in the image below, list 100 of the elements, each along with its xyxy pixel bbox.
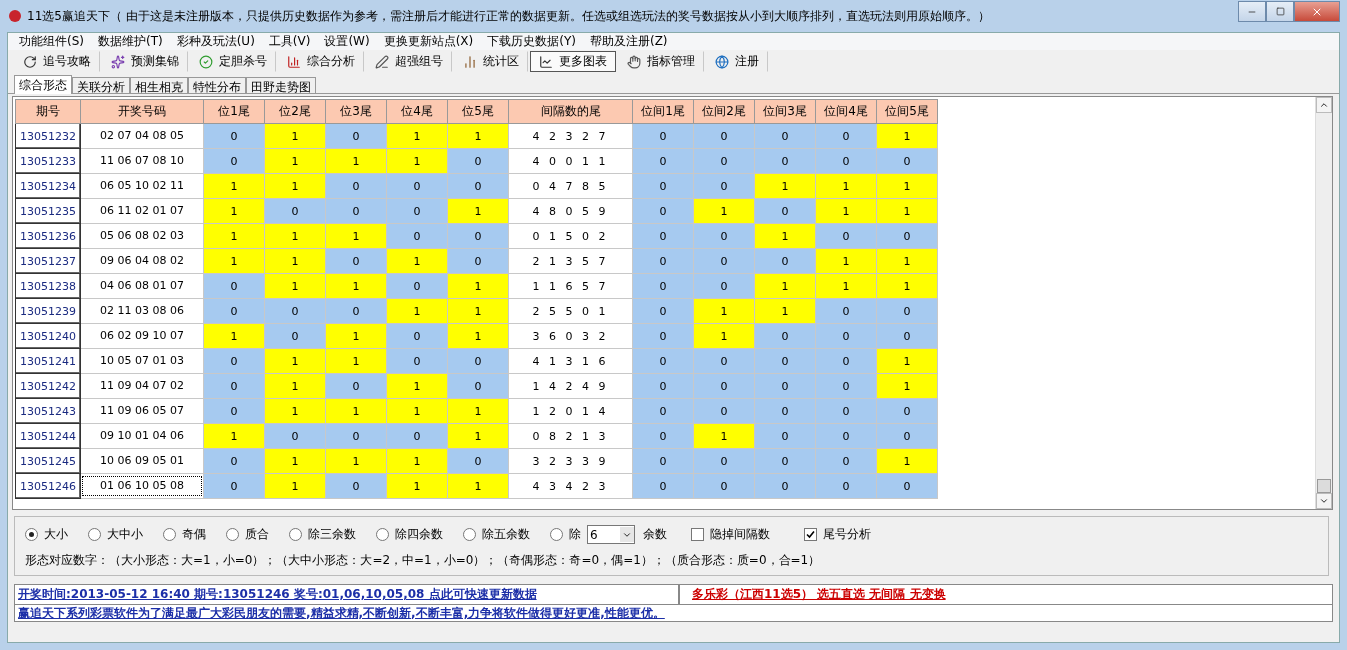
table-cell: 4 8 0 5 9 (508, 198, 633, 224)
window-title: 11选5赢追天下（ 由于这是未注册版本，只提供历史数据作为参考，需注册后才能进行正常的数据更新。任选或组选玩法的奖号数据按从小到大顺序排列，直选玩法则用原始顺序。） (27, 7, 991, 25)
table-cell: 0 8 2 1 3 (508, 423, 633, 449)
check-circle-icon (199, 54, 213, 69)
table-cell: 06 11 02 01 07 (80, 198, 204, 224)
table-cell: 0 4 7 8 5 (508, 173, 633, 199)
column-header: 位间3尾 (754, 99, 816, 124)
column-header: 间隔数的尾 (508, 99, 633, 124)
table-cell: 09 10 01 04 06 (80, 423, 204, 449)
close-button[interactable] (1294, 1, 1340, 22)
table-cell: 10 06 09 05 01 (80, 448, 204, 474)
period-cell[interactable]: 13051237 (15, 248, 81, 274)
table-cell: 11 09 04 07 02 (80, 373, 204, 399)
table-cell: 4 3 4 2 3 (508, 473, 633, 499)
table-cell: 4 0 0 1 1 (508, 148, 633, 174)
table-cell: 05 06 08 02 03 (80, 223, 204, 249)
radio-option[interactable]: 大中小 (88, 526, 143, 543)
column-header: 位5尾 (447, 99, 509, 124)
toolbar-button[interactable]: 统计区 (454, 51, 528, 72)
tab[interactable]: 综合形态 (14, 75, 72, 94)
menu-item[interactable]: 数据维护(T) (91, 33, 170, 50)
radio-option[interactable]: 除五余数 (463, 526, 530, 543)
period-cell[interactable]: 13051235 (15, 198, 81, 224)
radio-option[interactable]: 质合 (226, 526, 269, 543)
column-header: 位1尾 (203, 99, 265, 124)
toolbar-button[interactable]: 预测集锦 (102, 51, 188, 72)
hand-icon (627, 54, 641, 69)
table-cell: 06 02 09 10 07 (80, 323, 204, 349)
divisor-select[interactable]: 6 (587, 525, 635, 544)
table-cell: 1 2 0 1 4 (508, 398, 633, 424)
period-cell[interactable]: 13051240 (15, 323, 81, 349)
table-cell: 06 05 10 02 11 (80, 173, 204, 199)
toolbar-button[interactable]: 定胆杀号 (190, 51, 276, 72)
column-header: 位4尾 (386, 99, 448, 124)
column-header: 位3尾 (325, 99, 387, 124)
checkmark-icon (806, 530, 815, 539)
tab[interactable]: 田野走势图 (246, 77, 316, 93)
period-cell[interactable]: 13051241 (15, 348, 81, 374)
column-header: 位间1尾 (632, 99, 694, 124)
menu-item[interactable]: 功能组件(S) (12, 33, 91, 50)
update-link[interactable]: 开奖时间:2013-05-12 16:40 期号:13051246 奖号:01,06,10,05,08 点此可快速更新数据 (15, 586, 678, 603)
globe-icon (715, 54, 729, 69)
scrollbar[interactable] (1315, 97, 1332, 509)
menu-item[interactable]: 工具(V) (261, 33, 318, 50)
period-cell[interactable]: 13051244 (15, 423, 81, 449)
table-cell: 01 06 10 05 08 (80, 473, 204, 499)
toolbar-button[interactable]: 更多图表 (530, 51, 616, 72)
toolbar-button[interactable]: 注册 (706, 51, 768, 72)
period-cell[interactable]: 13051246 (15, 473, 81, 499)
scroll-up-icon (1319, 100, 1329, 110)
radio-option[interactable]: 奇偶 (163, 526, 206, 543)
period-cell[interactable]: 13051234 (15, 173, 81, 199)
toolbar-button[interactable]: 超强组号 (366, 51, 452, 72)
radio-option[interactable]: 大小 (25, 526, 68, 543)
table-cell: 2 5 5 0 1 (508, 298, 633, 324)
table-cell: 1 1 6 5 7 (508, 273, 633, 299)
menu-item[interactable]: 帮助及注册(Z) (582, 33, 675, 50)
menu-item[interactable]: 下载历史数据(Y) (480, 33, 583, 50)
radio-option[interactable]: 除三余数 (289, 526, 356, 543)
period-cell[interactable]: 13051238 (15, 273, 81, 299)
table-cell: 3 6 0 3 2 (508, 323, 633, 349)
line-chart-icon (539, 54, 553, 69)
menu-item[interactable]: 彩种及玩法(U) (169, 33, 262, 50)
table-cell: 4 2 3 2 7 (508, 123, 633, 149)
period-cell[interactable]: 13051236 (15, 223, 81, 249)
checkbox-option[interactable]: 隐掉间隔数 (691, 526, 770, 543)
sparkle-icon (111, 54, 125, 69)
column-header: 位间4尾 (815, 99, 877, 124)
minimize-button[interactable] (1238, 1, 1266, 22)
maximize-button[interactable] (1266, 1, 1294, 22)
maximize-icon (1275, 7, 1285, 16)
scroll-down-icon (1319, 496, 1329, 506)
radio-option[interactable]: 除 (550, 526, 581, 543)
period-cell[interactable]: 13051239 (15, 298, 81, 324)
radio-option[interactable]: 除四余数 (376, 526, 443, 543)
period-cell[interactable]: 13051233 (15, 148, 81, 174)
toolbar-button[interactable]: 追号攻略 (14, 51, 100, 72)
menu-item[interactable]: 设置(W) (317, 33, 377, 50)
table-cell: 02 07 04 08 05 (80, 123, 204, 149)
toolbar-button[interactable]: 指标管理 (618, 51, 704, 72)
period-cell[interactable]: 13051245 (15, 448, 81, 474)
period-cell[interactable]: 13051232 (15, 123, 81, 149)
table-cell: 1 4 2 4 9 (508, 373, 633, 399)
tab[interactable]: 特性分布 (188, 77, 246, 93)
table-cell: 10 05 07 01 03 (80, 348, 204, 374)
column-header: 开奖号码 (80, 99, 204, 124)
period-cell[interactable]: 13051243 (15, 398, 81, 424)
refresh-icon (23, 54, 37, 69)
period-cell[interactable]: 13051242 (15, 373, 81, 399)
menu-item[interactable]: 更换更新站点(X) (376, 33, 481, 50)
legend-text: 形态对应数字：（大小形态：大=1，小=0）；（大中小形态：大=2，中=1，小=0）；（奇偶形态：奇=0，偶=1）；（质合形态：质=0，合=1） (25, 552, 822, 569)
tab[interactable]: 相生相克 (130, 77, 188, 93)
table-cell: 09 06 04 08 02 (80, 248, 204, 274)
checkbox-option[interactable]: 尾号分析 (804, 526, 871, 543)
bar-chart-icon (463, 54, 477, 69)
toolbar-button[interactable]: 综合分析 (278, 51, 364, 72)
table-cell: 04 06 08 01 07 (80, 273, 204, 299)
tab[interactable]: 关联分析 (72, 77, 130, 93)
scroll-thumb[interactable] (1317, 479, 1331, 493)
option-label: 余数 (643, 526, 667, 543)
